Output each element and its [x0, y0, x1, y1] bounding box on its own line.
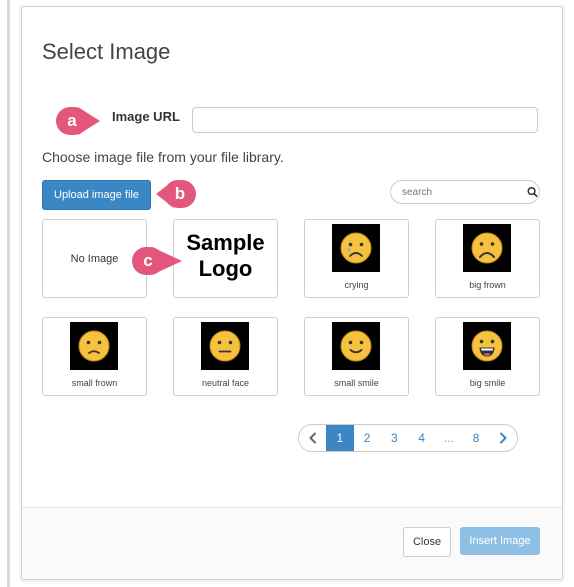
- chevron-right-icon: [500, 432, 507, 444]
- sample-logo-text: Sample Logo: [186, 230, 265, 281]
- select-image-dialog: Select Image a Image URL Choose image fi…: [21, 6, 563, 580]
- page-4-button[interactable]: 4: [408, 425, 435, 451]
- dialog-title: Select Image: [42, 39, 171, 64]
- window-edge: [7, 0, 10, 587]
- callout-b: b: [156, 180, 196, 208]
- tile-caption: small frown: [71, 378, 118, 388]
- big-smile-face-icon: [471, 330, 503, 362]
- pagination: 1 2 3 4 ... 8: [298, 424, 518, 452]
- page-3-button[interactable]: 3: [381, 425, 408, 451]
- tile-small-smile[interactable]: small smile: [304, 317, 409, 396]
- tile-sample-logo[interactable]: Sample Logo: [173, 219, 278, 298]
- page-1-button[interactable]: 1: [326, 425, 354, 451]
- callout-a-label: a: [56, 107, 88, 135]
- page-ellipsis: ...: [443, 431, 454, 445]
- tile-caption: big frown: [469, 280, 506, 290]
- page-2-button[interactable]: 2: [354, 425, 381, 451]
- image-url-input[interactable]: [192, 107, 538, 133]
- tile-caption: crying: [344, 280, 369, 290]
- choose-library-text: Choose image file from your file library…: [42, 149, 284, 165]
- chevron-left-icon: [309, 432, 316, 444]
- neutral-face-icon: [209, 330, 241, 362]
- tile-neutral-face[interactable]: neutral face: [173, 317, 278, 396]
- insert-image-button[interactable]: Insert Image: [460, 527, 540, 555]
- tile-small-frown[interactable]: small frown: [42, 317, 147, 396]
- tile-big-smile[interactable]: big smile: [435, 317, 540, 396]
- tile-caption: neutral face: [201, 378, 250, 388]
- big-frown-face-icon: [471, 232, 503, 264]
- search-input[interactable]: [400, 185, 522, 199]
- search-box: [390, 180, 540, 204]
- callout-b-label: b: [164, 180, 196, 208]
- tile-caption: big smile: [469, 378, 506, 388]
- crying-face-icon: [340, 232, 372, 264]
- callout-c: c: [132, 247, 188, 275]
- tile-crying[interactable]: crying: [304, 219, 409, 298]
- tile-caption: No Image: [70, 253, 119, 265]
- small-frown-face-icon: [78, 330, 110, 362]
- tile-big-frown[interactable]: big frown: [435, 219, 540, 298]
- small-smile-face-icon: [340, 330, 372, 362]
- close-button[interactable]: Close: [403, 527, 451, 557]
- prev-page-button[interactable]: [299, 425, 326, 451]
- page-8-button[interactable]: 8: [463, 425, 490, 451]
- search-icon[interactable]: [526, 185, 539, 199]
- image-grid: No Image Sample Logo crying big frown sm…: [42, 219, 540, 399]
- callout-a: a: [56, 107, 102, 135]
- tile-caption: small smile: [334, 378, 379, 388]
- callout-c-label: c: [132, 247, 164, 275]
- upload-image-button[interactable]: Upload image file: [42, 180, 151, 210]
- image-url-label: Image URL: [112, 109, 180, 124]
- next-page-button[interactable]: [490, 425, 517, 451]
